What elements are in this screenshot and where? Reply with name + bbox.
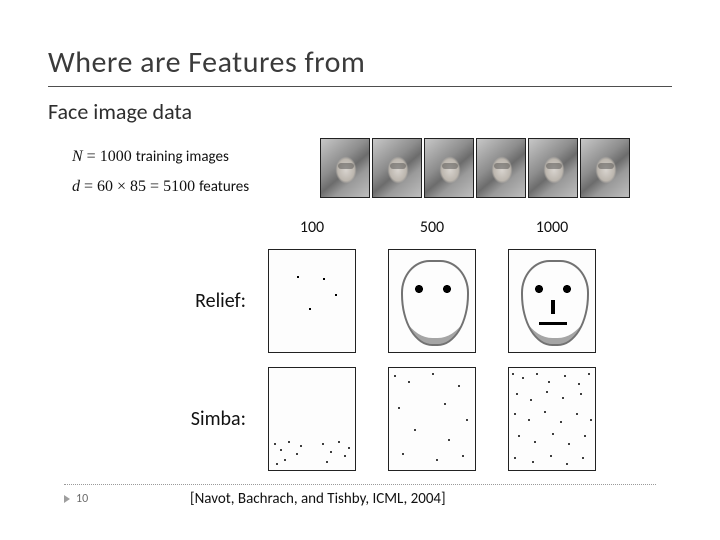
formula-n: N = 1000 training images (72, 148, 229, 166)
slide-title: Where are Features from (48, 44, 365, 81)
cell-simba-100 (268, 367, 356, 471)
symbol-d: d (72, 178, 80, 195)
col-head-1000: 1000 (536, 218, 568, 237)
footer-rule (64, 484, 656, 485)
cell-simba-1000 (508, 367, 596, 471)
cell-simba-500 (388, 367, 476, 471)
sample-face (320, 138, 370, 198)
formula-d-trail: features (199, 178, 249, 196)
feature-grid: 100 500 1000 Relief: Simba: (152, 216, 612, 474)
formula-d: d = 60 × 85 = 5100 features (72, 178, 249, 196)
formula-d-eq: = 60 × 85 = 5100 (80, 178, 199, 195)
cell-relief-100 (268, 249, 356, 353)
title-underline (48, 86, 672, 87)
page-number-value: 10 (76, 492, 88, 506)
sample-face (424, 138, 474, 198)
slide-subtitle: Face image data (48, 98, 192, 125)
symbol-n: N (72, 148, 83, 165)
sample-face (580, 138, 630, 198)
page-number: 10 (64, 492, 88, 506)
cell-relief-1000 (508, 249, 596, 353)
col-head-100: 100 (300, 218, 324, 237)
sample-face (528, 138, 578, 198)
sample-face-strip (320, 138, 630, 198)
sample-face (476, 138, 526, 198)
formula-n-trail: training images (136, 148, 229, 166)
row-head-relief: Relief: (195, 289, 252, 313)
slide: Where are Features from Face image data … (0, 0, 720, 540)
page-marker-icon (64, 495, 70, 503)
sample-face (372, 138, 422, 198)
formula-n-eq: = 1000 (83, 148, 136, 165)
citation: [Navot, Bachrach, and Tishby, ICML, 2004… (190, 490, 446, 508)
col-head-500: 500 (420, 218, 444, 237)
cell-relief-500 (388, 249, 476, 353)
row-head-simba: Simba: (191, 407, 252, 431)
